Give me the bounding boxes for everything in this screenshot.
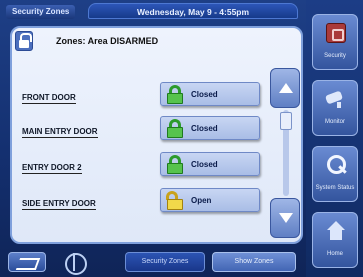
open-lock-icon <box>166 191 184 210</box>
security-icon <box>326 23 346 43</box>
zone-name: MAIN ENTRY DOOR <box>22 127 98 138</box>
zone-status-label: Closed <box>191 160 218 169</box>
camera-icon <box>326 89 346 109</box>
security-zones-screen: Security Zones Wednesday, May 9 - 4:55pm… <box>0 0 363 277</box>
back-button[interactable] <box>8 252 46 272</box>
zone-name: SIDE ENTRY DOOR <box>22 199 96 210</box>
magnifier-icon <box>326 155 346 175</box>
sidebar-item-label: Home <box>326 251 343 257</box>
scroll-up-button[interactable] <box>270 68 300 108</box>
home-icon <box>326 221 346 241</box>
zone-status-button[interactable]: Closed <box>160 152 260 176</box>
sidebar-item-label: System Status <box>315 185 355 191</box>
zone-status-button[interactable]: Closed <box>160 82 260 106</box>
zone-status-button[interactable]: Open <box>160 188 260 212</box>
tab-show-zones[interactable]: Show Zones <box>212 252 296 272</box>
zone-name: ENTRY DOOR 2 <box>22 163 82 174</box>
globe-icon[interactable] <box>62 251 88 275</box>
zone-row-front-door: FRONT DOOR Closed <box>18 82 260 108</box>
sidebar-item-label: Security <box>324 53 346 59</box>
panel-header: Zones: Area DISARMED <box>12 28 301 52</box>
lock-icon <box>15 31 33 51</box>
bottom-bar: Security Zones Show Zones <box>0 248 306 277</box>
sidebar-item-system-status[interactable]: System Status <box>312 146 358 202</box>
tab-security-zones[interactable]: Security Zones <box>125 252 205 272</box>
zone-name: FRONT DOOR <box>22 93 76 104</box>
sidebar-item-home[interactable]: Home <box>312 212 358 268</box>
zone-row-side-entry-door: SIDE ENTRY DOOR Open <box>18 188 260 214</box>
sidebar-item-monitor[interactable]: Monitor <box>312 80 358 136</box>
closed-lock-icon <box>166 119 184 138</box>
top-bar: Security Zones Wednesday, May 9 - 4:55pm <box>0 0 306 24</box>
scroll-thumb[interactable] <box>280 112 292 130</box>
sidebar-item-security[interactable]: Security <box>312 14 358 70</box>
zone-status-button[interactable]: Closed <box>160 116 260 140</box>
scroll-down-button[interactable] <box>270 198 300 238</box>
panel-title: Zones: Area DISARMED <box>56 36 159 46</box>
zone-row-entry-door-2: ENTRY DOOR 2 Closed <box>18 152 260 178</box>
right-sidebar: Security Monitor System Status Home <box>306 0 363 277</box>
screen-title: Security Zones <box>6 5 76 19</box>
sidebar-item-label: Monitor <box>324 119 345 125</box>
closed-lock-icon <box>166 155 184 174</box>
closed-lock-icon <box>166 85 184 104</box>
date-time: Wednesday, May 9 - 4:55pm <box>88 3 298 19</box>
zone-row-main-entry-door: MAIN ENTRY DOOR Closed <box>18 116 260 142</box>
zone-status-label: Closed <box>191 124 218 133</box>
zone-status-label: Open <box>191 196 212 205</box>
zone-status-label: Closed <box>191 90 218 99</box>
